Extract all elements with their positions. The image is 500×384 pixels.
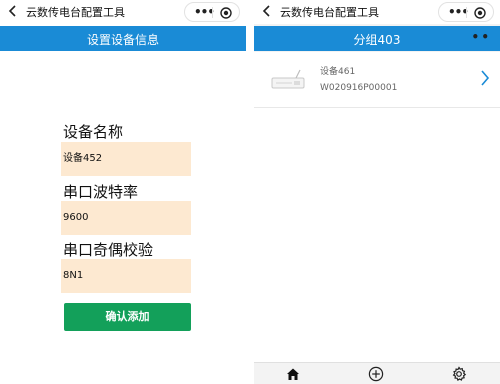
screen-divider [246, 0, 254, 384]
baud-rate-field[interactable]: 9600 [61, 201, 191, 235]
back-icon[interactable] [260, 3, 274, 19]
capsule-divider [466, 7, 467, 18]
close-target-icon[interactable] [220, 7, 232, 19]
capsule-menu[interactable]: ••• [184, 2, 240, 22]
page-title: 设置设备信息 [86, 33, 159, 47]
close-target-icon[interactable] [474, 7, 486, 19]
capsule-divider [212, 7, 213, 18]
radio-device-icon [271, 69, 305, 89]
chevron-right-icon [481, 70, 490, 86]
baud-rate-label: 串口波特率 [63, 183, 139, 201]
app-title: 云数传电台配置工具 [280, 6, 379, 19]
device-serial: W020916P00001 [320, 83, 398, 93]
capsule-menu[interactable]: ••• [438, 2, 494, 22]
parity-label: 串口奇偶校验 [63, 241, 154, 259]
device-name: 设备461 [320, 67, 356, 77]
group-screen: 云数传电台配置工具 ••• 分组403 • • 设备461 W020916P00… [254, 0, 500, 384]
page-title: 分组403 [353, 33, 401, 47]
gear-icon[interactable] [451, 366, 467, 382]
page-header: 设置设备信息 [0, 26, 246, 51]
tab-bar [254, 362, 500, 384]
device-list-item[interactable]: 设备461 W020916P00001 [254, 52, 500, 108]
back-icon[interactable] [6, 3, 20, 19]
more-icon[interactable]: ••• [194, 5, 215, 19]
device-name-field[interactable]: 设备452 [61, 142, 191, 176]
more-icon[interactable]: ••• [448, 5, 469, 19]
home-icon[interactable] [285, 366, 301, 382]
page-header: 分组403 • • [254, 26, 500, 51]
app-title: 云数传电台配置工具 [26, 6, 125, 19]
device-name-label: 设备名称 [63, 123, 124, 141]
confirm-add-button[interactable]: 确认添加 [64, 303, 191, 331]
header-more-icon[interactable]: • • [471, 30, 489, 44]
parity-field[interactable]: 8N1 [61, 259, 191, 293]
device-list: 设备461 W020916P00001 [254, 52, 500, 362]
app-titlebar: 云数传电台配置工具 ••• [0, 0, 246, 24]
app-titlebar: 云数传电台配置工具 ••• [254, 0, 500, 24]
add-device-screen: 云数传电台配置工具 ••• 设置设备信息 设备名称 设备452 串口波特率 96… [0, 0, 246, 384]
add-circle-icon[interactable] [368, 366, 384, 382]
